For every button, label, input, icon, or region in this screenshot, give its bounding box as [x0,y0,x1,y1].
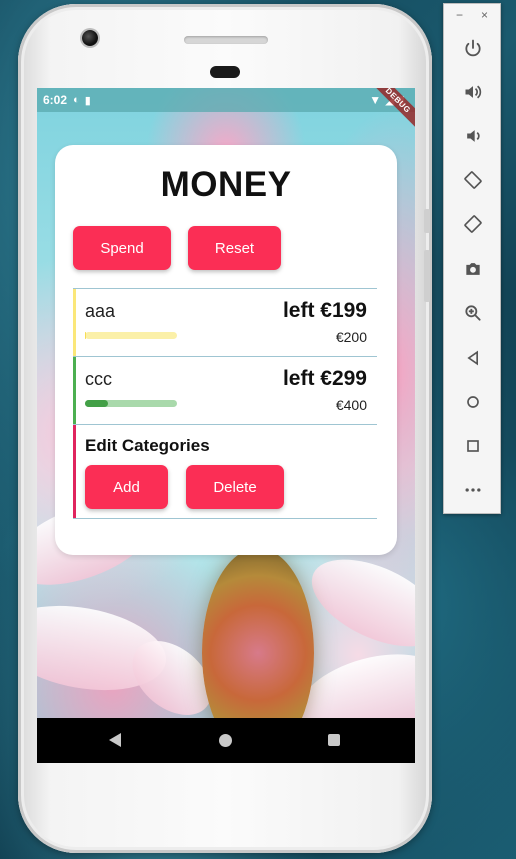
device-screen: 6:02 ◐ ▮ ▼ ◢ ▮ DEBUG MONEY Spend Reset a… [37,88,415,718]
sd-card-icon: ▮ [84,94,91,107]
category-left-amount: left €199 [282,299,367,322]
status-time: 6:02 [43,93,68,107]
nav-home-icon[interactable] [219,734,232,747]
category-color-bar [73,289,76,356]
spend-button[interactable]: Spend [73,226,171,270]
category-total: €200 [335,329,367,345]
volume-up-icon[interactable] [458,77,488,107]
flower-petal [298,541,415,665]
earpiece-speaker [184,36,268,44]
volume-down-icon[interactable] [458,121,488,151]
minimize-icon[interactable]: − [456,8,463,22]
notification-icon: ◐ [73,94,80,106]
category-left-amount: left €299 [282,367,367,390]
navigation-bar [37,718,415,763]
category-name: aaa [85,301,116,321]
category-progress-track [85,400,177,407]
edit-color-bar [73,425,76,518]
delete-category-button[interactable]: Delete [186,465,284,509]
more-icon[interactable] [458,475,488,505]
category-total: €400 [335,397,367,413]
category-row[interactable]: aaa left €199 €200 [73,288,377,356]
overview-icon[interactable] [458,431,488,461]
home-icon[interactable] [458,387,488,417]
proximity-sensor [210,66,240,78]
rotate-left-icon[interactable] [458,165,488,195]
category-name: ccc [85,369,112,389]
camera-icon[interactable] [458,254,488,284]
category-progress-fill [85,400,108,407]
close-icon[interactable]: × [481,8,488,22]
front-camera [82,30,98,46]
nav-back-icon[interactable] [109,733,121,747]
edit-categories-title: Edit Categories [85,436,210,455]
phone-volume-button [424,250,430,302]
edit-categories-section: Edit Categories Add Delete [73,424,377,519]
phone-frame: 6:02 ◐ ▮ ▼ ◢ ▮ DEBUG MONEY Spend Reset a… [18,4,432,853]
toolbar-window-controls: − × [444,8,500,22]
emulator-toolbar: − × [443,3,501,514]
nav-recent-icon[interactable] [328,734,340,746]
category-progress-fill [85,332,86,339]
add-category-button[interactable]: Add [85,465,168,509]
category-color-bar [73,357,76,424]
category-progress-track [85,332,177,339]
status-bar: 6:02 ◐ ▮ ▼ ◢ ▮ DEBUG [37,88,415,130]
category-row[interactable]: ccc left €299 €400 [73,356,377,424]
back-icon[interactable] [458,343,488,373]
reset-button[interactable]: Reset [188,226,281,270]
power-icon[interactable] [458,33,488,63]
phone-side-button [424,209,430,233]
money-card: MONEY Spend Reset aaa left €199 €200 ccc… [55,145,397,555]
zoom-icon[interactable] [458,298,488,328]
flower-center [202,548,314,718]
page-title: MONEY [160,165,292,204]
wifi-icon: ▼ [369,93,382,107]
rotate-right-icon[interactable] [458,209,488,239]
